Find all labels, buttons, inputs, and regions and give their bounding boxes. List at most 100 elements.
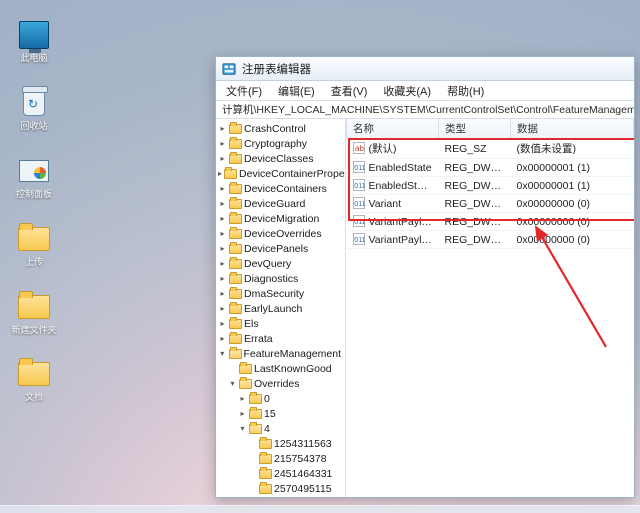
folder-icon [18, 295, 50, 319]
tree-view[interactable]: ▸CrashControl▸Cryptography▸DeviceClasses… [216, 119, 346, 497]
col-name[interactable]: 名称 [347, 119, 439, 139]
titlebar[interactable]: 注册表编辑器 [216, 57, 634, 81]
expand-icon[interactable]: ▸ [218, 184, 227, 193]
tree-item[interactable]: 2755536522 [216, 496, 345, 497]
desktop-icon-label: 回收站 [20, 122, 47, 132]
folder-icon [229, 349, 242, 359]
tree-item-label: Els [244, 318, 259, 330]
collapse-icon[interactable]: ▾ [218, 349, 227, 358]
tree-item[interactable]: ▸ Diagnostics [216, 271, 345, 286]
tree-item[interactable]: LastKnownGood [216, 361, 345, 376]
col-type[interactable]: 类型 [439, 119, 511, 139]
col-data[interactable]: 数据 [511, 119, 634, 139]
expand-icon[interactable]: ▸ [218, 214, 227, 223]
expand-icon[interactable]: ▸ [218, 304, 227, 313]
desktop-icon-label: 控制面板 [16, 190, 52, 200]
tree-item-label: FeatureManagement [244, 348, 341, 360]
expand-icon[interactable]: ▸ [238, 409, 247, 418]
expand-icon[interactable]: ▸ [218, 319, 227, 328]
tree-item[interactable]: ▸DevQuery [216, 256, 345, 271]
menu-edit[interactable]: 编辑(E) [272, 81, 321, 101]
folder-icon [229, 244, 242, 254]
tree-item[interactable]: ▸EarlyLaunch [216, 301, 345, 316]
tree-item-label: 215754378 [274, 453, 327, 465]
value-row[interactable]: 011EnabledStateO...REG_DWORD0x00000001 (… [347, 177, 634, 195]
expand-icon[interactable]: ▸ [218, 259, 227, 268]
collapse-icon[interactable]: ▾ [228, 379, 237, 388]
taskbar[interactable] [0, 505, 640, 513]
tree-item-label: DmaSecurity [244, 288, 304, 300]
desktop-icon-folder-3[interactable]: 文档 [10, 357, 58, 403]
expand-icon[interactable]: ▸ [218, 274, 227, 283]
value-row[interactable]: 011VariantPayloadREG_DWORD0x00000000 (0) [347, 213, 634, 231]
desktop-icon-folder-1[interactable]: 上传 [10, 222, 58, 268]
dword-value-icon: 011 [353, 161, 365, 173]
value-row[interactable]: 011VariantREG_DWORD0x00000000 (0) [347, 195, 634, 213]
tree-item[interactable]: ▸DevicePanels [216, 241, 345, 256]
tree-item-label: Diagnostics [244, 273, 298, 285]
tree-item[interactable]: ▾ FeatureManagement [216, 346, 345, 361]
value-type: REG_DWORD [439, 213, 511, 231]
value-name: (默认) [369, 143, 397, 155]
value-data: 0x00000000 (0) [511, 195, 634, 213]
value-row[interactable]: ab(默认)REG_SZ(数值未设置) [347, 139, 634, 159]
expand-icon[interactable]: ▸ [238, 394, 247, 403]
menu-file[interactable]: 文件(F) [220, 81, 268, 101]
tree-item[interactable]: 2451464331 [216, 466, 345, 481]
tree-item-label: 4 [264, 423, 270, 435]
tree-item[interactable]: ▸DeviceOverrides [216, 226, 345, 241]
tree-item[interactable]: ▸Cryptography [216, 136, 345, 151]
desktop-icon-label: 上传 [25, 258, 43, 268]
expand-icon[interactable]: ▸ [218, 229, 227, 238]
menu-favorites[interactable]: 收藏夹(A) [377, 81, 437, 101]
value-list[interactable]: 名称 类型 数据 ab(默认)REG_SZ(数值未设置)011EnabledSt… [346, 119, 634, 497]
expand-icon[interactable]: ▸ [218, 199, 227, 208]
svg-text:011: 011 [354, 165, 365, 172]
tree-item[interactable]: ▸Errata [216, 331, 345, 346]
folder-icon [229, 124, 242, 134]
tree-item-label: LastKnownGood [254, 363, 332, 375]
tree-item[interactable]: ▸DeviceClasses [216, 151, 345, 166]
tree-item[interactable]: ▸DeviceMigration [216, 211, 345, 226]
expand-icon[interactable]: ▸ [218, 334, 227, 343]
desktop-icon-folder-2[interactable]: 新建文件夹 [10, 290, 58, 336]
folder-icon [229, 319, 242, 329]
expand-icon[interactable]: ▸ [218, 169, 222, 178]
value-data: 0x00000000 (0) [511, 231, 634, 249]
tree-item[interactable]: 1254311563 [216, 436, 345, 451]
tree-item[interactable]: ▸DeviceGuard [216, 196, 345, 211]
value-type: REG_DWORD [439, 177, 511, 195]
expand-icon[interactable]: ▸ [218, 154, 227, 163]
desktop-icon-recycle-bin[interactable]: 回收站 [10, 86, 58, 132]
expand-icon[interactable]: ▸ [218, 244, 227, 253]
tree-item[interactable]: ▸ DmaSecurity [216, 286, 345, 301]
address-bar[interactable]: 计算机\HKEY_LOCAL_MACHINE\SYSTEM\CurrentCon… [216, 101, 634, 119]
tree-item[interactable]: ▸0 [216, 391, 345, 406]
tree-item[interactable]: ▾Overrides [216, 376, 345, 391]
collapse-icon[interactable]: ▾ [238, 424, 247, 433]
value-type: REG_DWORD [439, 159, 511, 177]
value-row[interactable]: 011EnabledStateREG_DWORD0x00000001 (1) [347, 159, 634, 177]
folder-icon [229, 229, 242, 239]
tree-item[interactable]: ▸ 15 [216, 406, 345, 421]
folder-icon [229, 199, 242, 209]
tree-item-label: 15 [264, 408, 276, 420]
value-name: VariantPayload [369, 216, 439, 228]
expand-icon[interactable]: ▸ [218, 139, 227, 148]
tree-item[interactable]: ▸DeviceContainerPropertyUpda [216, 166, 345, 181]
value-type: REG_DWORD [439, 195, 511, 213]
tree-item[interactable]: ▾4 [216, 421, 345, 436]
tree-item[interactable]: ▸ Els [216, 316, 345, 331]
expand-icon[interactable]: ▸ [218, 124, 227, 133]
expand-icon[interactable]: ▸ [218, 289, 227, 298]
desktop-icon-computer[interactable]: 此电脑 [10, 18, 58, 64]
tree-item[interactable]: 2570495115 [216, 481, 345, 496]
value-row[interactable]: 011VariantPayload...REG_DWORD0x00000000 … [347, 231, 634, 249]
tree-item[interactable]: 215754378 [216, 451, 345, 466]
menu-view[interactable]: 查看(V) [325, 81, 374, 101]
spacer [248, 439, 257, 448]
menu-help[interactable]: 帮助(H) [441, 81, 490, 101]
tree-item[interactable]: ▸CrashControl [216, 121, 345, 136]
tree-item[interactable]: ▸DeviceContainers [216, 181, 345, 196]
desktop-icon-control-panel[interactable]: 控制面板 [10, 154, 58, 200]
